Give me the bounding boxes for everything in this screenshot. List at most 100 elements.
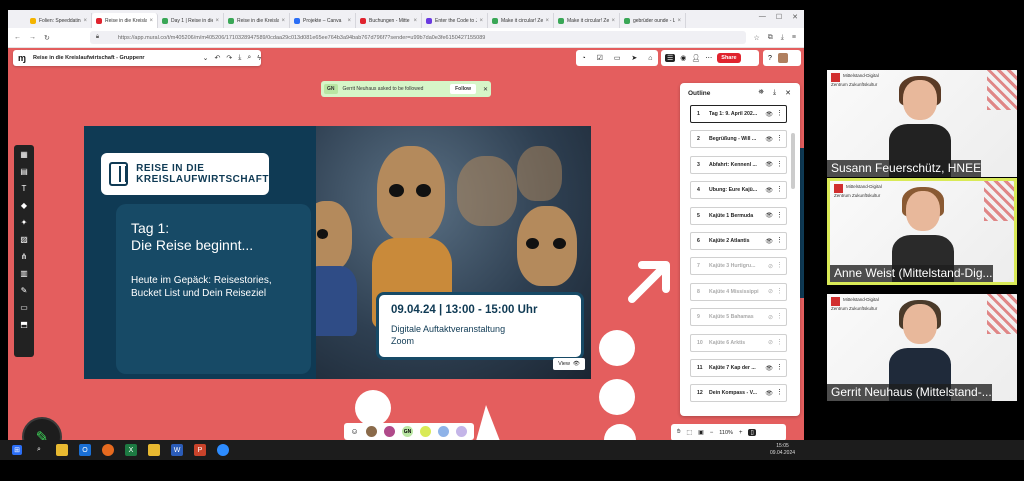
eye-icon[interactable]: 👁︎ [765, 161, 773, 168]
folder-icon[interactable] [148, 444, 160, 456]
more-icon[interactable]: ⋯ [705, 54, 712, 62]
more-options-icon[interactable]: ⋮ [776, 364, 783, 371]
hand-icon[interactable]: ✋︎ [677, 429, 680, 436]
export-icon[interactable]: ⤓ [238, 54, 241, 62]
zoom-level[interactable]: 110% [719, 430, 733, 436]
browser-tab[interactable]: Folien: Speeddatin × [26, 13, 92, 28]
more-options-icon[interactable]: ⋮ [776, 313, 783, 320]
redo-icon[interactable]: ↷ [226, 54, 232, 62]
text-icon[interactable]: T [19, 184, 29, 194]
outlook-icon[interactable]: O [79, 444, 91, 456]
participant-avatar[interactable] [365, 426, 377, 437]
outline-item[interactable]: 2 Begrüßung - Will ... 👁︎ ⋮ [690, 130, 787, 149]
more-options-icon[interactable]: ⋮ [776, 262, 783, 269]
zoom-out-icon[interactable]: − [710, 430, 714, 436]
participant-avatar[interactable] [438, 426, 450, 437]
powerpoint-icon[interactable]: P [194, 444, 206, 456]
eye-icon[interactable]: 👁︎ [765, 136, 773, 143]
outline-item[interactable]: 8 Kajüte 4 Mississippi ⊘ ⋮ [690, 282, 787, 301]
eye-icon[interactable]: 👁︎ [765, 111, 773, 118]
word-icon[interactable]: W [171, 444, 183, 456]
minimap-icon[interactable]: ▣ [698, 429, 704, 436]
upload-icon[interactable]: ⬒ [19, 320, 29, 330]
download-icon[interactable]: ⤓ [773, 89, 776, 97]
outline-item[interactable]: 5 Kajüte 1 Bermuda 👁︎ ⋮ [690, 206, 787, 225]
eye-icon[interactable]: 👁︎ [765, 365, 773, 372]
fit-icon[interactable]: ▯ [748, 429, 756, 436]
outline-icon[interactable]: ☰ [665, 54, 676, 62]
browser-tab[interactable]: Reise in die Kreisla × [224, 13, 290, 28]
more-options-icon[interactable]: ⋮ [776, 110, 783, 117]
shapes-icon[interactable]: ◆ [19, 201, 29, 211]
mural-canvas[interactable]: ɱ Reise in die Kreislaufwirtschaft - Gru… [8, 48, 804, 440]
tab-close-icon[interactable]: × [83, 18, 87, 24]
more-options-icon[interactable]: ⋮ [776, 389, 783, 396]
browser-tab[interactable]: Enter the Code to Jo × [422, 13, 488, 28]
hidden-eye-icon[interactable]: ⊘ [768, 339, 773, 346]
outline-item[interactable]: 1 Tag 1: 9. April 202... 👁︎ ⋮ [690, 105, 787, 123]
browser-tab[interactable]: Make it circular! Ze × [554, 13, 620, 28]
presentation-icon[interactable]: ▭ [614, 54, 621, 62]
icons-icon[interactable]: ✦ [19, 218, 29, 228]
participant-video[interactable]: Mittelstand-Digital Zentrum Zukunftskult… [827, 70, 1017, 177]
help-icon[interactable]: ? [768, 55, 772, 62]
follow-button[interactable]: Follow [450, 84, 476, 94]
browser-tab[interactable]: Buchungen - Mitte × [356, 13, 422, 28]
more-options-icon[interactable]: ⋮ [776, 339, 783, 346]
participant-avatar[interactable] [383, 426, 395, 437]
mural-title[interactable]: Reise in die Kreislaufwirtschaft - Grupp… [33, 55, 197, 61]
eye-icon[interactable]: 👁︎ [765, 187, 773, 194]
mural-logo-icon[interactable]: ɱ [18, 53, 26, 63]
collaborators-icon[interactable]: 👤︎ [691, 54, 700, 62]
firefox-icon[interactable] [102, 444, 114, 456]
participant-video[interactable]: Mittelstand-Digital Zentrum Zukunftskult… [827, 178, 1017, 285]
present-icon[interactable]: ⛯ [758, 89, 764, 97]
tab-close-icon[interactable]: × [413, 18, 417, 24]
eye-icon[interactable]: 👁︎ [765, 390, 773, 397]
zoom-in-icon[interactable]: + [739, 430, 743, 436]
title-slide[interactable]: REISE IN DIE KREISLAUFWIRTSCHAFT Tag 1: … [84, 126, 591, 379]
outline-item[interactable]: 3 Abfahrt: Kennenl ... 👁︎ ⋮ [690, 155, 787, 174]
comments-icon[interactable]: ◉ [680, 54, 686, 62]
tab-close-icon[interactable]: × [545, 18, 549, 24]
back-icon[interactable]: ← [14, 34, 21, 42]
system-clock[interactable]: 15:05 09.04.2024 [770, 443, 795, 457]
outline-item[interactable]: 7 Kajüte 3 Hurtigru... ⊘ ⋮ [690, 257, 787, 276]
browser-tab[interactable]: gebrüder ounde - L × [620, 13, 686, 28]
participant-initials[interactable]: GN [402, 426, 414, 437]
selection-icon[interactable]: ⬚ [686, 429, 692, 436]
more-options-icon[interactable]: ⋮ [776, 135, 783, 142]
outline-item[interactable]: 12 Dein Kompass - V... 👁︎ ⋮ [690, 384, 787, 403]
dismiss-icon[interactable]: ✕ [483, 86, 488, 93]
browser-tab[interactable]: Projekte – Canva × [290, 13, 356, 28]
search-icon[interactable]: ⌕ [247, 54, 251, 62]
emoji-icon[interactable]: ☺ [351, 427, 359, 436]
excel-icon[interactable]: X [125, 444, 137, 456]
more-options-icon[interactable]: ⋮ [776, 212, 783, 219]
eye-icon[interactable]: 👁︎ [765, 238, 773, 245]
url-field[interactable]: 🔒︎ https://app.mural.co/t/m405206/m/m405… [89, 31, 746, 44]
extensions-icon[interactable]: ⧉ [768, 34, 773, 42]
outline-item[interactable]: 4 Übung: Eure Kajü... 👁︎ ⋮ [690, 181, 787, 200]
zoom-app-icon[interactable] [217, 444, 229, 456]
more-options-icon[interactable]: ⋮ [776, 161, 783, 168]
tab-close-icon[interactable]: × [611, 18, 615, 24]
image-icon[interactable]: ▨ [19, 235, 29, 245]
timer-icon[interactable]: ◔ [581, 55, 585, 62]
close-icon[interactable]: ✕ [792, 13, 798, 21]
frame-icon[interactable]: ▭ [19, 303, 29, 313]
hidden-eye-icon[interactable]: ⊘ [768, 288, 773, 295]
browser-tab[interactable]: Day 1 | Reise in die × [158, 13, 224, 28]
more-options-icon[interactable]: ⋮ [776, 288, 783, 295]
eye-icon[interactable]: 👁︎ [765, 212, 773, 219]
close-icon[interactable]: ✕ [785, 89, 791, 97]
participant-video[interactable]: Mittelstand-Digital Zentrum Zukunftskult… [827, 294, 1017, 401]
more-options-icon[interactable]: ⋮ [776, 186, 783, 193]
table-icon[interactable]: ▥ [19, 269, 29, 279]
outline-item[interactable]: 11 Kajüte 7 Kap der ... 👁︎ ⋮ [690, 359, 787, 377]
star-icon[interactable]: ☆ [754, 34, 760, 42]
draw-icon[interactable]: ✎ [19, 286, 29, 296]
diagram-icon[interactable]: ⋔ [19, 252, 29, 262]
voting-icon[interactable]: ☑ [597, 54, 603, 62]
templates-icon[interactable]: ▦ [19, 150, 29, 160]
